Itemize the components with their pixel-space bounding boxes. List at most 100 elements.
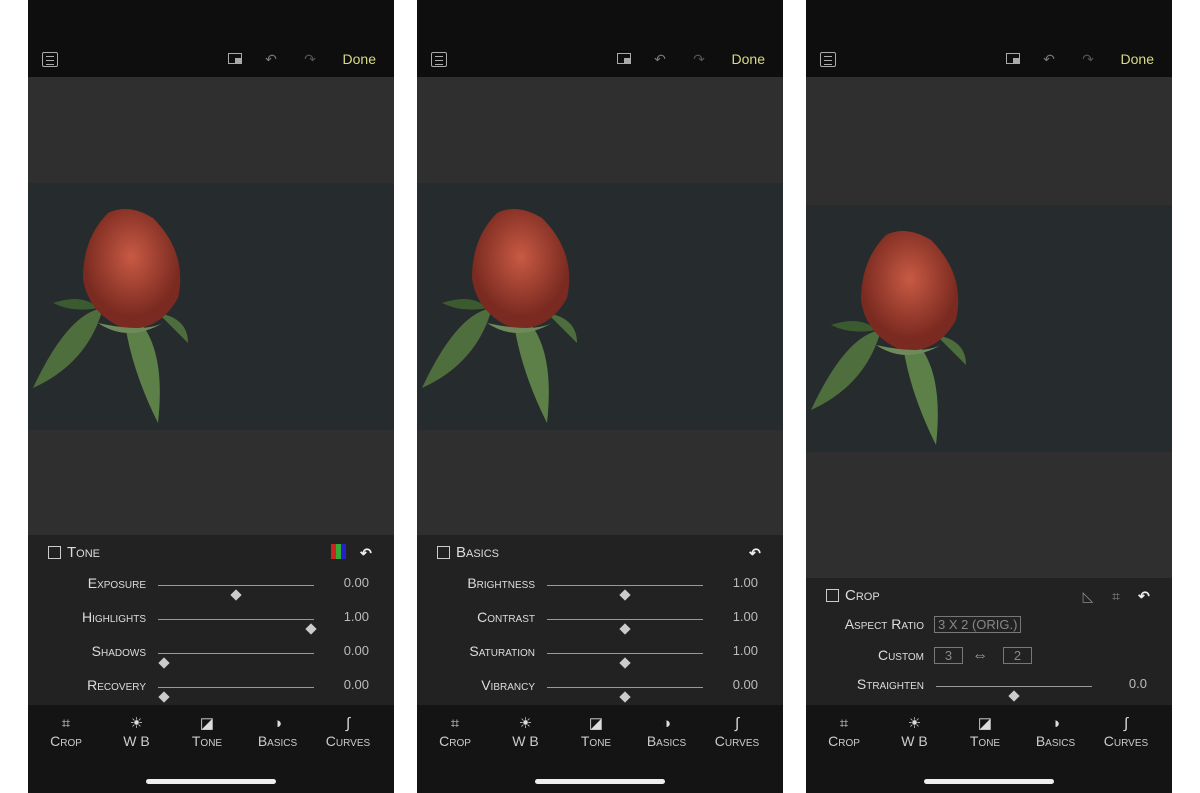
slider-track[interactable] — [547, 653, 703, 669]
reset-icon[interactable]: ↶ — [357, 544, 375, 562]
tool-crop[interactable]: ⌗ Crop — [814, 715, 874, 749]
slider-row: Vibrancy 0.00 — [417, 677, 783, 703]
image-canvas — [806, 77, 1172, 578]
redo-icon[interactable]: ↷ — [301, 50, 319, 68]
more-tools-icon — [1167, 715, 1173, 733]
slider-thumb[interactable] — [305, 623, 317, 635]
home-indicator[interactable] — [535, 779, 665, 784]
slider-row: Brightness 1.00 — [417, 575, 783, 601]
menu-icon[interactable] — [42, 52, 58, 67]
aspect-ratio-select[interactable]: 3 X 2 (ORIG.) — [934, 616, 1022, 633]
custom-ratio-row: Custom 3 ⇔ 2 — [806, 647, 1172, 667]
curve-icon: ∫ — [734, 715, 740, 732]
slider-value: 0.00 — [732, 677, 758, 692]
slider-row: Highlights 1.00 — [28, 609, 394, 635]
undo-icon[interactable]: ↶ — [262, 50, 280, 68]
curve-icon: ∫ — [1123, 715, 1129, 732]
redo-icon[interactable]: ↷ — [690, 50, 708, 68]
tool-label: Curves — [325, 733, 371, 749]
swap-icon[interactable]: ⇔ — [972, 647, 988, 665]
compare-icon[interactable] — [226, 50, 244, 68]
home-indicator[interactable] — [146, 779, 276, 784]
slider-thumb[interactable] — [619, 589, 631, 601]
undo-icon[interactable]: ↶ — [1040, 50, 1058, 68]
tool-basics[interactable]: ◑ Basics — [248, 715, 308, 749]
reset-icon[interactable]: ↶ — [1135, 587, 1153, 605]
tool-s[interactable]: S — [1167, 715, 1173, 749]
image-canvas — [417, 77, 783, 535]
tool-curves[interactable]: ∫ Curves — [318, 715, 378, 749]
slider-track[interactable] — [547, 687, 703, 703]
slider-thumb[interactable] — [230, 589, 242, 601]
tool-s[interactable]: S — [389, 715, 395, 749]
compare-icon[interactable] — [1004, 50, 1022, 68]
tool-wb[interactable]: ☀ W B — [107, 715, 167, 749]
tool-wb[interactable]: ☀ W B — [885, 715, 945, 749]
straighten-icon[interactable]: ◺ — [1079, 587, 1097, 605]
panel-title[interactable]: Tone — [48, 544, 100, 561]
done-button[interactable]: Done — [343, 51, 376, 67]
slider-thumb[interactable] — [619, 691, 631, 703]
tool-wb[interactable]: ☀ W B — [496, 715, 556, 749]
slider-label: Recovery — [87, 677, 146, 693]
slider-track[interactable] — [158, 619, 317, 635]
slider-value: 0.00 — [343, 575, 369, 590]
home-indicator[interactable] — [924, 779, 1054, 784]
enable-checkbox[interactable] — [48, 546, 61, 559]
exposure-icon: ◪ — [199, 715, 215, 732]
tool-curves[interactable]: ∫ Curves — [707, 715, 767, 749]
panel-title-label: Basics — [456, 544, 500, 561]
compare-icon[interactable] — [615, 50, 633, 68]
slider-track[interactable] — [547, 619, 703, 635]
tool-label: Tone — [191, 733, 223, 749]
slider-row: Exposure 0.00 — [28, 575, 394, 601]
tool-label: Tone — [580, 733, 612, 749]
tool-label: W B — [512, 733, 539, 749]
undo-icon[interactable]: ↶ — [651, 50, 669, 68]
slider-thumb[interactable] — [619, 623, 631, 635]
slider-value: 1.00 — [732, 643, 758, 658]
slider-thumb[interactable] — [158, 657, 170, 669]
tool-tone[interactable]: ◪ Tone — [955, 715, 1015, 749]
slider-track[interactable] — [158, 687, 314, 703]
custom-height-input[interactable]: 2 — [1003, 647, 1032, 664]
slider-row: Straighten 0.0 — [806, 676, 1172, 702]
menu-icon[interactable] — [820, 52, 836, 67]
rgb-icon[interactable] — [329, 544, 347, 562]
slider-track[interactable] — [158, 585, 314, 601]
adjust-panel: Crop ↶ ⌗ ◺ Aspect Ratio 3 X 2 (ORIG.) Custom 3 ⇔… — [806, 578, 1172, 705]
panel-title[interactable]: Crop — [826, 587, 880, 604]
tool-curves[interactable]: ∫ Curves — [1096, 715, 1156, 749]
tool-tone[interactable]: ◪ Tone — [566, 715, 626, 749]
crop-icon[interactable]: ⌗ — [1107, 587, 1125, 605]
enable-checkbox[interactable] — [437, 546, 450, 559]
tool-tone[interactable]: ◪ Tone — [177, 715, 237, 749]
reset-icon[interactable]: ↶ — [746, 544, 764, 562]
slider-track[interactable] — [158, 653, 314, 669]
panel-title[interactable]: Basics — [437, 544, 499, 561]
redo-icon[interactable]: ↷ — [1079, 50, 1097, 68]
enable-checkbox[interactable] — [826, 589, 839, 602]
tool-label: W B — [123, 733, 150, 749]
slider-row: Shadows 0.00 — [28, 643, 394, 669]
slider-track[interactable] — [936, 686, 1092, 702]
tool-s[interactable]: S — [778, 715, 784, 749]
menu-icon[interactable] — [431, 52, 447, 67]
more-tools-icon — [389, 715, 395, 733]
tool-crop[interactable]: ⌗ Crop — [425, 715, 485, 749]
slider-thumb[interactable] — [158, 691, 170, 703]
slider-label: Highlights — [81, 609, 146, 625]
more-tools-icon — [778, 715, 784, 733]
tool-basics[interactable]: ◑ Basics — [637, 715, 697, 749]
tool-basics[interactable]: ◑ Basics — [1026, 715, 1086, 749]
crop-icon: ⌗ — [61, 715, 71, 732]
custom-width-input[interactable]: 3 — [934, 647, 963, 664]
done-button[interactable]: Done — [1121, 51, 1154, 67]
slider-thumb[interactable] — [1008, 690, 1020, 702]
slider-track[interactable] — [547, 585, 703, 601]
tool-crop[interactable]: ⌗ Crop — [36, 715, 96, 749]
exposure-icon: ◪ — [977, 715, 993, 732]
phone-screen: ↶ ↷ Done Basics ↶ Brightness 1.00 Contrast 1.00 S… — [417, 0, 783, 793]
done-button[interactable]: Done — [732, 51, 765, 67]
slider-thumb[interactable] — [619, 657, 631, 669]
